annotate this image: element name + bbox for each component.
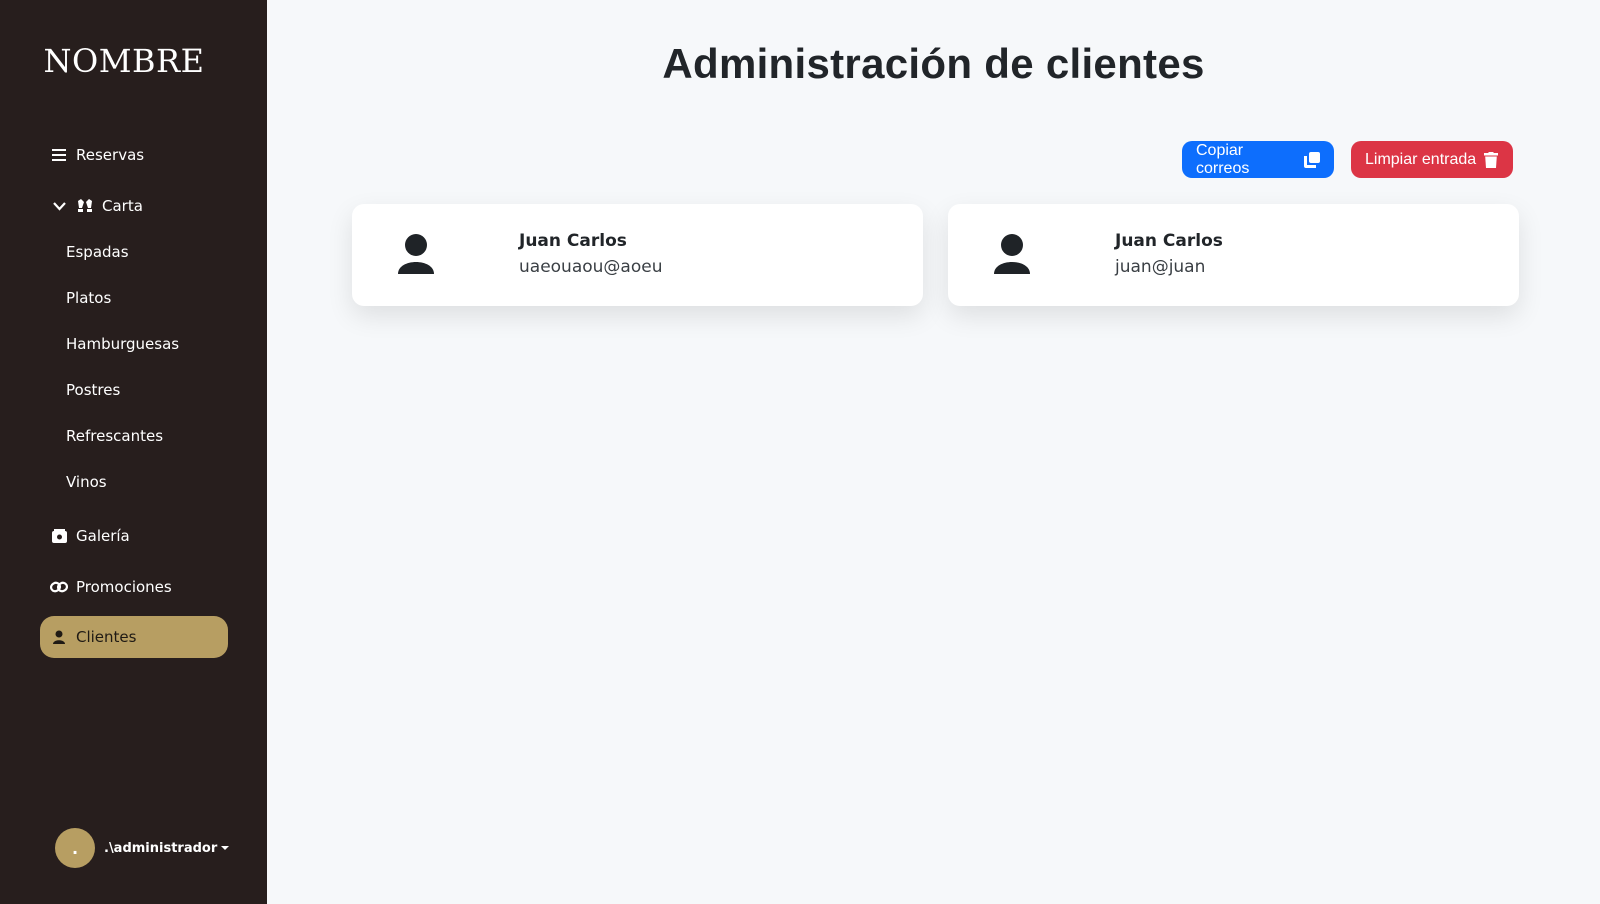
sidebar-item-clientes[interactable]: Clientes xyxy=(40,616,228,658)
person-icon xyxy=(398,234,434,278)
sidebar-item-promociones[interactable]: Promociones xyxy=(40,566,228,608)
sidebar-subitem-espadas[interactable]: Espadas xyxy=(40,231,228,273)
sidebar-item-label: Galería xyxy=(76,527,130,545)
sidebar-subitem-vinos[interactable]: Vinos xyxy=(40,461,228,503)
clear-input-label: Limpiar entrada xyxy=(1365,150,1477,168)
list-icon xyxy=(50,146,68,164)
brand-logo[interactable]: NOMBRE xyxy=(0,42,248,80)
sidebar-subitem-label: Refrescantes xyxy=(66,427,164,445)
page-title: Administración de clientes xyxy=(662,40,1205,87)
sidebar-item-label: Carta xyxy=(102,197,143,215)
client-card[interactable]: Juan Carlos uaeouaou@aoeu xyxy=(352,204,923,306)
caret-down-icon xyxy=(221,846,230,850)
user-menu[interactable]: . .\administrador xyxy=(55,828,230,868)
client-name: Juan Carlos xyxy=(1115,231,1223,251)
sidebar-item-label: Reservas xyxy=(76,146,145,164)
sidebar-item-label: Clientes xyxy=(76,628,137,646)
avatar: . xyxy=(55,828,95,868)
sidebar-subitem-refrescantes[interactable]: Refrescantes xyxy=(40,415,228,457)
sidebar-subitem-label: Postres xyxy=(66,381,121,399)
link-icon xyxy=(50,578,68,596)
clear-input-button[interactable]: Limpiar entrada xyxy=(1351,141,1513,178)
chevron-down-icon xyxy=(50,197,68,215)
sidebar-item-reservas[interactable]: Reservas xyxy=(40,134,228,176)
person-icon xyxy=(994,234,1030,278)
sidebar-item-carta[interactable]: Carta xyxy=(40,185,228,227)
sidebar-subitem-platos[interactable]: Platos xyxy=(40,277,228,319)
user-name: .\administrador xyxy=(104,840,218,856)
sidebar-subitem-label: Hamburguesas xyxy=(66,335,180,353)
client-card[interactable]: Juan Carlos juan@juan xyxy=(948,204,1519,306)
copy-emails-button[interactable]: Copiar correos xyxy=(1182,141,1334,178)
gallery-icon xyxy=(50,527,68,545)
copy-icon xyxy=(1304,151,1320,168)
copy-emails-label: Copiar correos xyxy=(1196,141,1250,177)
sidebar-subitem-postres[interactable]: Postres xyxy=(40,369,228,411)
client-name: Juan Carlos xyxy=(519,231,627,251)
sidebar-item-galeria[interactable]: Galería xyxy=(40,515,228,557)
sidebar-item-label: Promociones xyxy=(76,578,172,596)
client-email: uaeouaou@aoeu xyxy=(519,257,663,277)
sidebar: NOMBRE Reservas Carta Espadas Platos Ham… xyxy=(0,0,267,904)
sidebar-subitem-label: Espadas xyxy=(66,243,129,261)
user-icon xyxy=(50,628,68,646)
trash-icon xyxy=(1484,151,1499,168)
sidebar-subitem-label: Platos xyxy=(66,289,112,307)
sidebar-subitem-hamburguesas[interactable]: Hamburguesas xyxy=(40,323,228,365)
sidebar-subitem-label: Vinos xyxy=(66,473,107,491)
client-email: juan@juan xyxy=(1115,257,1206,277)
cutlery-icon xyxy=(76,197,94,215)
